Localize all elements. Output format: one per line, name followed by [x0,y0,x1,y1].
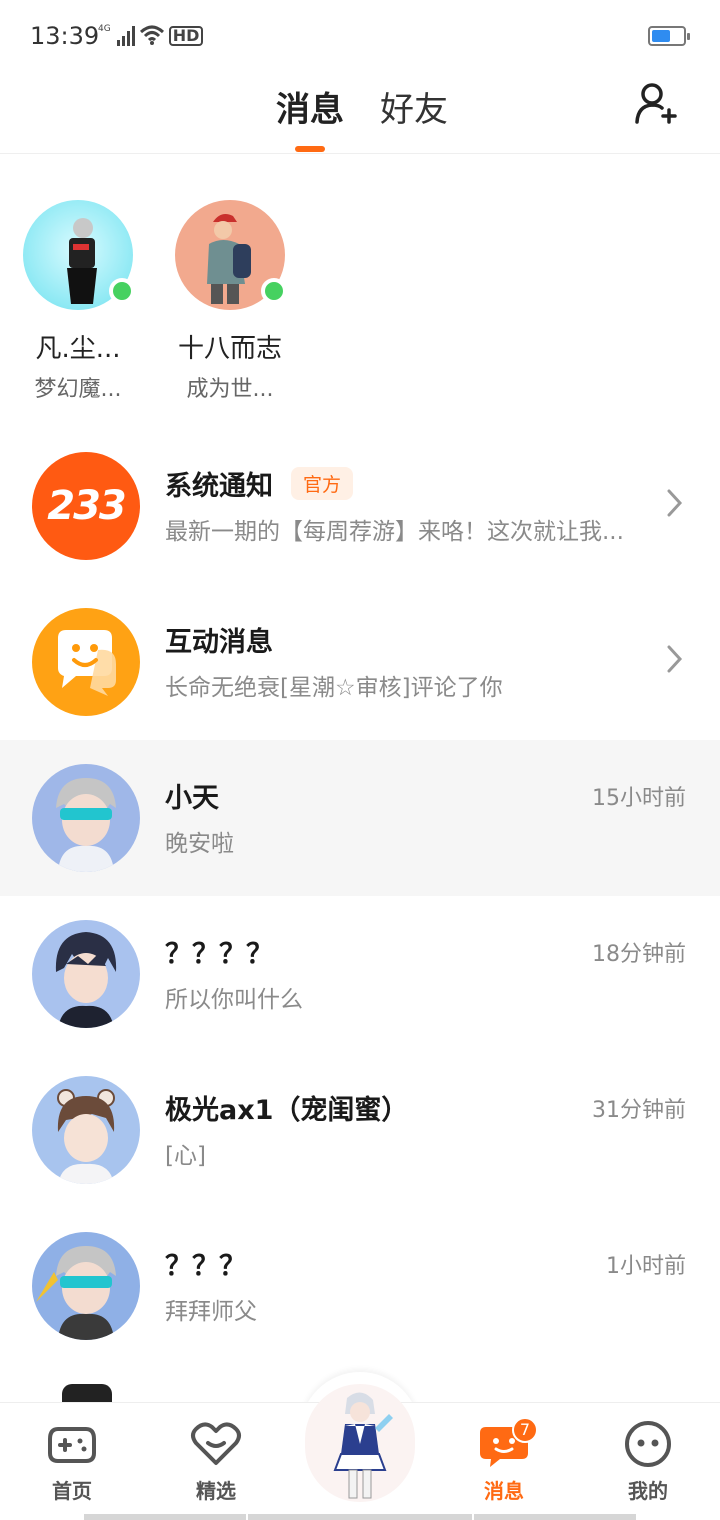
interaction-messages-row[interactable]: 互动消息 长命无绝衰[星潮☆审核]评论了你 [0,584,720,740]
friend-name: 凡.尘... [35,334,121,364]
header: 消息 好友 [0,76,720,154]
chevron-right-icon [667,645,683,673]
online-status-dot [261,278,287,304]
status-bar: 13:39 4G HD [0,0,720,76]
avatar-figure [55,932,117,1028]
avatar-figure [333,1392,393,1499]
row-subtitle: 长命无绝衰[星潮☆审核]评论了你 [165,675,503,701]
face-icon [625,1421,671,1467]
online-status-dot [109,278,135,304]
chat-name: 小天 [165,783,219,814]
chat-row[interactable]: 小天 晚安啦 15小时前 [0,740,720,896]
avatar [32,920,140,1028]
avatar [32,1232,140,1340]
row-title: 互动消息 [165,627,273,658]
nav-featured[interactable]: 精选 [166,1419,266,1504]
chat-time: 1小时前 [606,1254,686,1279]
gamepad-icon [48,1427,96,1463]
unread-badge: 7 [512,1417,538,1443]
hd-indicator: HD [168,26,204,46]
status-icons: 4G HD [98,24,204,46]
nav-profile[interactable]: 我的 [598,1419,698,1504]
avatar-figure [36,1246,116,1340]
chat-row[interactable]: ？？？？ 所以你叫什么 18分钟前 [0,896,720,1052]
nav-label: 我的 [628,1479,668,1503]
row-subtitle: 最新一期的【每周荐游】来咯！这次就让我... [165,519,624,545]
system-notification-title: 系统通知 [165,471,273,502]
row-title: 系统通知 官方 [165,464,354,503]
partial-avatar [32,1384,140,1404]
active-tab-indicator [295,146,325,152]
chat-time: 15小时前 [592,786,686,811]
chat-time: 31分钟前 [592,1098,686,1123]
wifi-icon [139,25,164,45]
gesture-bar [84,1514,246,1520]
chat-time: 18分钟前 [592,942,686,967]
gesture-bar [474,1514,636,1520]
network-type: 4G [98,24,111,34]
chat-last-message: 所以你叫什么 [165,987,303,1013]
tab-messages[interactable]: 消息 [276,82,344,131]
friend-name: 十八而志 [177,334,282,364]
friend-status: 梦幻魔... [34,377,122,402]
avatar-figure [56,778,116,872]
online-friend[interactable]: 凡.尘... 梦幻魔... [8,200,148,403]
chevron-right-icon [667,489,683,517]
friend-status: 成为世... [186,377,274,402]
gesture-bar [248,1514,472,1520]
nav-label: 消息 [484,1479,524,1503]
online-friend[interactable]: 十八而志 成为世... [160,200,300,403]
chat-bubble-icon [58,630,116,696]
nav-center-avatar-button[interactable] [305,1384,415,1502]
official-badge: 官方 [291,467,354,500]
system-notification-row[interactable]: 233 系统通知 官方 最新一期的【每周荐游】来咯！这次就让我... [0,428,720,584]
chat-last-message: 晚安啦 [165,831,234,857]
signal-icon [116,24,135,46]
heart-icon [191,1422,241,1465]
battery-icon [648,26,690,46]
avatar [32,764,140,872]
chat-name: ？？？ [165,1251,246,1282]
nav-home[interactable]: 首页 [22,1419,122,1504]
chat-last-message: 拜拜师父 [165,1299,257,1325]
avatar [175,200,287,310]
chat-name: 极光ax1（宠闺蜜） [165,1095,409,1126]
tab-friends[interactable]: 好友 [380,82,448,131]
avatar-figure [57,1089,115,1184]
nav-label: 精选 [196,1479,236,1503]
status-time: 13:39 [30,22,100,50]
system-avatar: 233 [32,452,140,560]
nav-label: 首页 [52,1479,92,1503]
chat-row[interactable]: ？？？ 拜拜师父 1小时前 [0,1208,720,1364]
avatar [32,1076,140,1184]
chat-name: ？？？？ [165,939,273,970]
interaction-avatar [32,608,140,716]
add-user-icon[interactable] [632,80,680,128]
system-avatar-text: 233 [47,483,126,529]
chat-last-message: [心] [165,1143,206,1169]
avatar [23,200,135,310]
nav-messages[interactable]: 7 消息 [454,1417,554,1504]
chat-row[interactable]: 极光ax1（宠闺蜜） [心] 31分钟前 [0,1052,720,1208]
